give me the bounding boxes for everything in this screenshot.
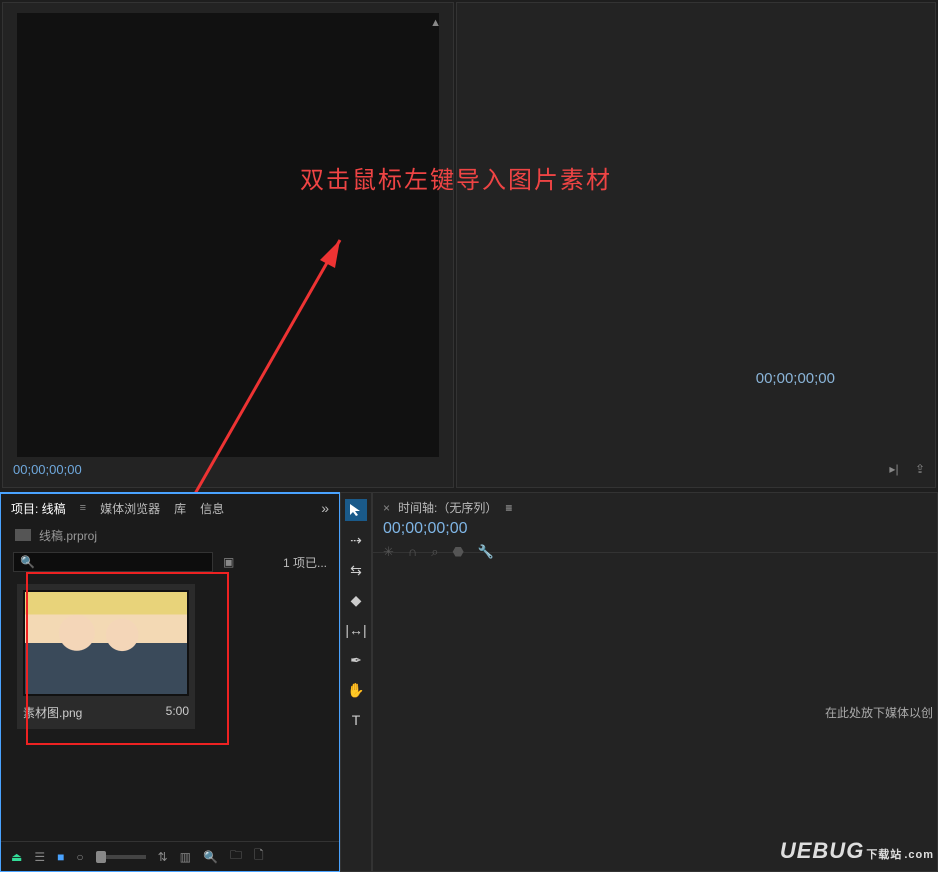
timeline-drop-area[interactable]: 在此处放下媒体以创: [373, 553, 937, 871]
project-item-count: 1 项已...: [283, 554, 327, 571]
timeline-hint: 在此处放下媒体以创: [825, 704, 933, 721]
asset-thumbnail[interactable]: [23, 590, 189, 696]
list-view-icon[interactable]: ☰: [34, 850, 45, 864]
play-stop-icon[interactable]: ▸|: [884, 459, 904, 479]
timeline-panel: × 时间轴:（无序列） ≡ 00;00;00;00 ✳ ∩ ⌕ ⬣ 🔧 在此处放…: [372, 492, 938, 872]
project-file-row: 线稿.prproj: [1, 522, 339, 548]
watermark-sub: 下载站: [866, 849, 902, 861]
tab-info[interactable]: 信息: [200, 500, 224, 517]
thumb-size-slider[interactable]: [96, 855, 146, 859]
tab-menu-icon[interactable]: ≡: [80, 502, 86, 514]
watermark: UEBUG下载站.com: [780, 838, 934, 864]
tab-project[interactable]: 项目: 线稿: [11, 500, 66, 517]
watermark-dom: .com: [904, 849, 934, 861]
tabs-overflow-icon[interactable]: »: [321, 500, 329, 516]
project-asset-grid[interactable]: 素材图.png 5:00: [1, 576, 339, 841]
camera-filter-icon[interactable]: ▣: [223, 555, 234, 569]
timeline-timecode[interactable]: 00;00;00;00: [383, 520, 927, 538]
watermark-brand: UEBUG: [780, 838, 864, 863]
asset-filename: 素材图.png: [23, 704, 82, 721]
slip-tool-icon[interactable]: |↔|: [345, 619, 367, 641]
search-icon: 🔍: [20, 555, 35, 569]
tab-media-browser[interactable]: 媒体浏览器: [100, 500, 160, 517]
source-timecode: 00;00;00;00: [13, 462, 82, 477]
pen-tool-icon[interactable]: ✒: [345, 649, 367, 671]
collapse-arrow-icon[interactable]: ▲: [430, 17, 441, 29]
razor-tool-icon[interactable]: ◆: [345, 589, 367, 611]
export-frame-icon[interactable]: ⇪: [910, 459, 930, 479]
track-select-tool-icon[interactable]: ⇢: [345, 529, 367, 551]
write-lock-icon[interactable]: ⏏: [11, 850, 22, 864]
panel-menu-icon[interactable]: ≡: [505, 501, 512, 515]
new-bin-icon[interactable]: 🗀: [230, 846, 242, 867]
timeline-title: 时间轴:（无序列）: [398, 499, 497, 516]
bin-icon: [15, 529, 31, 541]
source-monitor: ▲ 00;00;00;00: [2, 2, 454, 488]
source-viewer[interactable]: [17, 13, 439, 457]
annotation-text: 双击鼠标左键导入图片素材: [300, 160, 612, 195]
project-tabs: 项目: 线稿 ≡ 媒体浏览器 库 信息 »: [1, 494, 339, 522]
tab-library[interactable]: 库: [174, 500, 186, 517]
project-search-input[interactable]: 🔍: [13, 552, 213, 572]
project-search-row: 🔍 ▣ 1 项已...: [1, 548, 339, 576]
program-timecode: 00;00;00;00: [756, 370, 835, 387]
tool-strip: ⇢ ⇆ ◆ |↔| ✒ ✋ T: [340, 492, 372, 872]
asset-duration: 5:00: [166, 704, 189, 721]
sort-icon[interactable]: ⇅: [158, 850, 168, 864]
icon-view-icon[interactable]: ■: [57, 850, 64, 864]
ripple-edit-tool-icon[interactable]: ⇆: [345, 559, 367, 581]
selection-tool-icon[interactable]: [345, 499, 367, 521]
asset-card[interactable]: 素材图.png 5:00: [17, 584, 195, 729]
program-monitor: 00;00;00;00 ▸| ⇪: [456, 2, 936, 488]
find-icon[interactable]: 🔍: [203, 850, 218, 864]
new-item-icon[interactable]: 🗋: [254, 846, 264, 867]
project-footer: ⏏ ☰ ■ ○ ⇅ ▥ 🔍 🗀 🗋: [1, 841, 339, 871]
type-tool-icon[interactable]: T: [345, 709, 367, 731]
hand-tool-icon[interactable]: ✋: [345, 679, 367, 701]
project-filename: 线稿.prproj: [39, 527, 97, 544]
project-panel: 项目: 线稿 ≡ 媒体浏览器 库 信息 » 线稿.prproj 🔍 ▣ 1 项已…: [0, 492, 340, 872]
timeline-close-icon[interactable]: ×: [383, 501, 390, 515]
auto-sequence-icon[interactable]: ▥: [180, 850, 191, 864]
freeform-view-icon[interactable]: ○: [76, 850, 83, 864]
